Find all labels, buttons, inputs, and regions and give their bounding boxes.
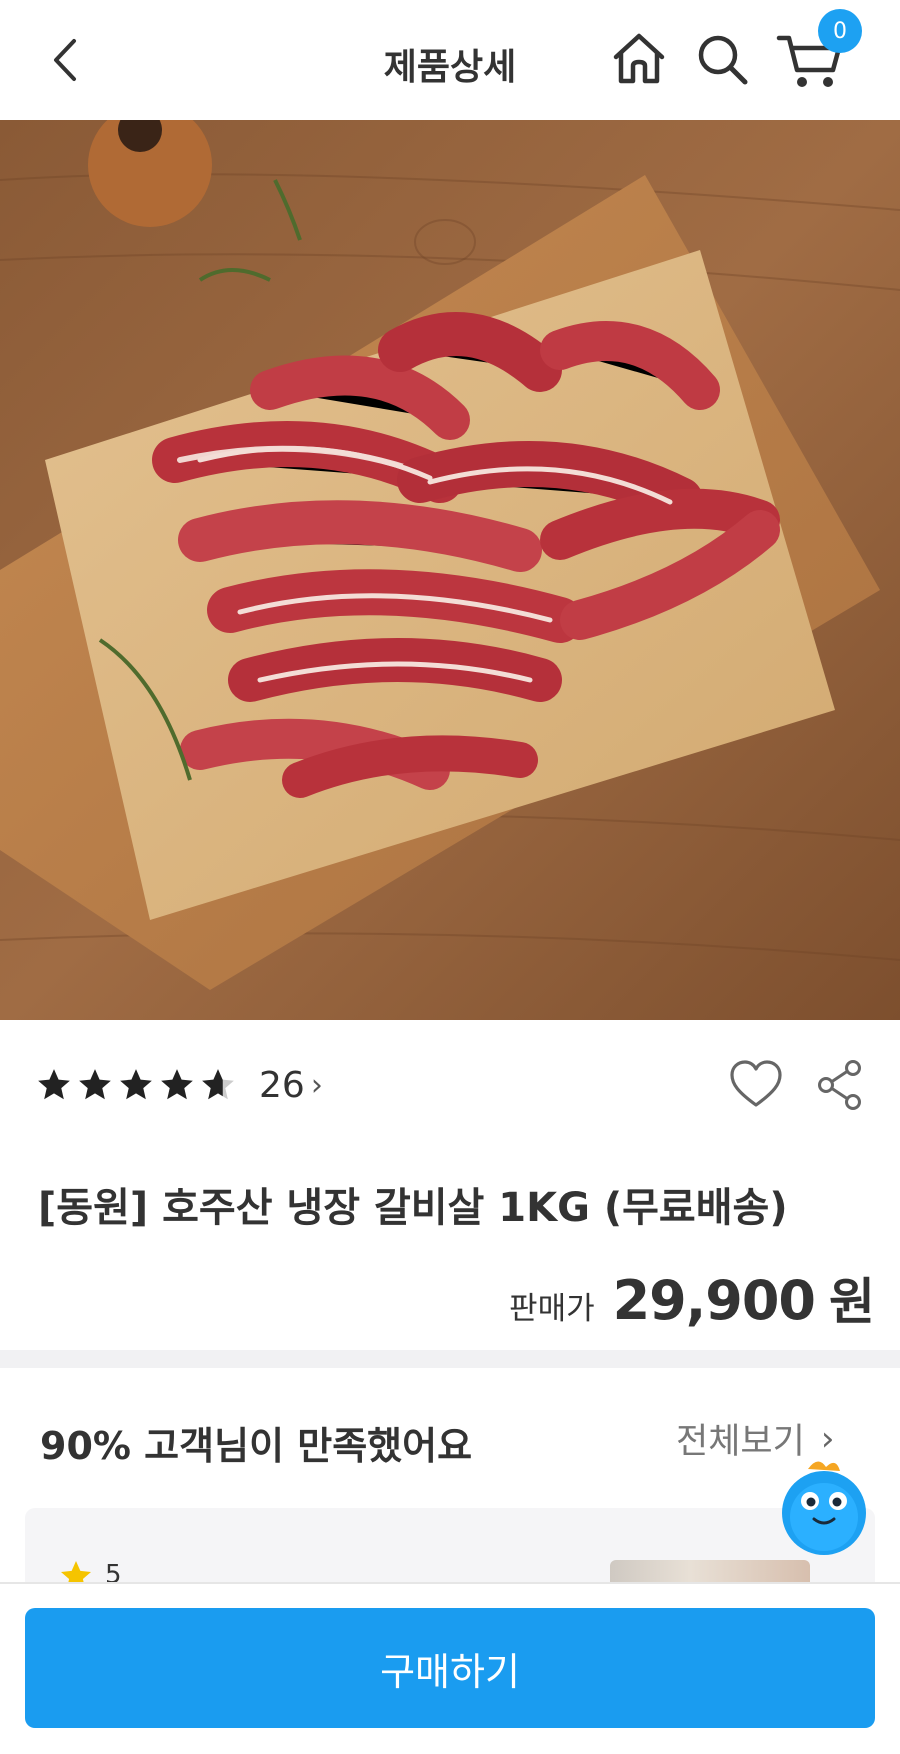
- buy-button[interactable]: 구매하기: [25, 1608, 875, 1728]
- price: 판매가 29,900 원: [509, 1262, 875, 1334]
- star-icon: [120, 1069, 152, 1100]
- price-label: 판매가: [509, 1291, 595, 1327]
- price-value: 29,900: [612, 1269, 816, 1332]
- home-button[interactable]: [610, 30, 668, 88]
- chatbot-button[interactable]: [778, 1455, 870, 1555]
- mascot-icon: [782, 1461, 866, 1555]
- star-icon: [161, 1069, 193, 1100]
- star-rating: [35, 1066, 237, 1104]
- star-icon: [79, 1069, 111, 1100]
- star-icon: [38, 1069, 70, 1100]
- price-unit: 원: [829, 1273, 875, 1331]
- product-title: [동원] 호주산 냉장 갈비살 1KG (무료배송): [38, 1185, 788, 1231]
- share-button[interactable]: [815, 1058, 865, 1112]
- product-photo: [0, 120, 900, 1020]
- chevron-right-icon: ›: [310, 1067, 323, 1103]
- cart-count-badge: 0: [818, 9, 862, 53]
- satisfaction-heading: 90% 고객님이 만족했어요: [40, 1424, 473, 1468]
- home-icon: [613, 33, 665, 84]
- chevron-right-icon: ›: [820, 1418, 835, 1459]
- search-icon: [698, 35, 748, 85]
- rating-summary[interactable]: 26 ›: [35, 1060, 323, 1110]
- product-image[interactable]: [0, 120, 900, 1020]
- top-bar: 제품상세 0: [0, 0, 900, 120]
- share-icon: [818, 1060, 861, 1110]
- wishlist-button[interactable]: [728, 1058, 784, 1110]
- heart-icon: [730, 1060, 782, 1107]
- section-divider: [0, 1350, 900, 1368]
- page-title: 제품상세: [383, 47, 517, 88]
- half-star-icon: [202, 1069, 234, 1100]
- review-count[interactable]: 26: [259, 1065, 305, 1106]
- search-button[interactable]: [695, 32, 751, 88]
